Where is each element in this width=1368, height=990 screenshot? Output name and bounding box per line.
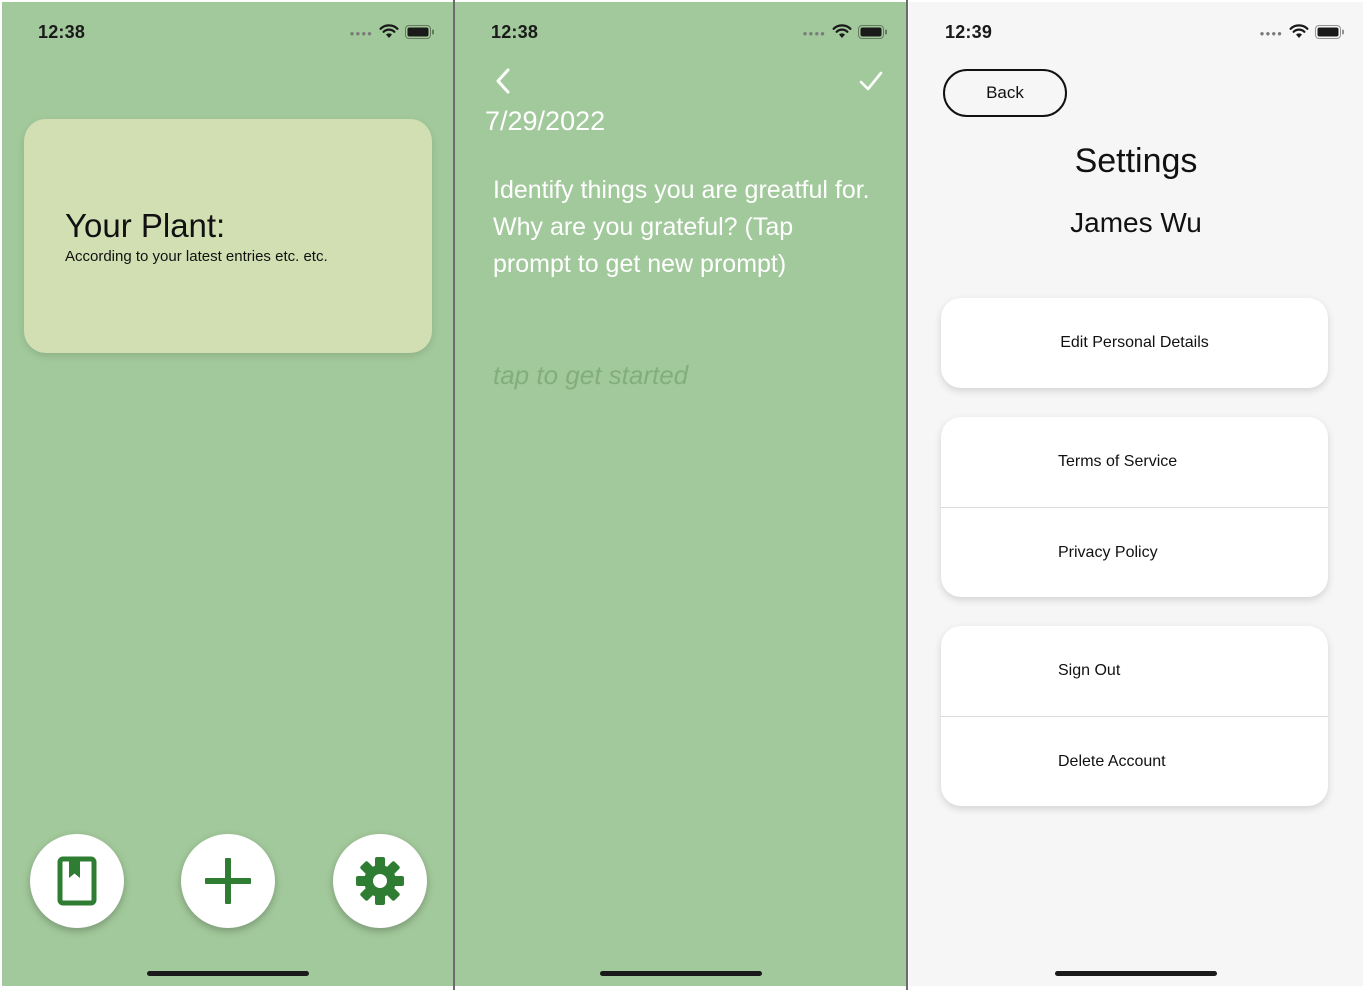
checkmark-icon[interactable] [858, 68, 884, 94]
status-time: 12:38 [491, 22, 539, 42]
settings-group-profile: Edit Personal Details [941, 298, 1328, 388]
battery-icon [405, 24, 434, 39]
terms-of-service-button[interactable]: Terms of Service [941, 417, 1328, 507]
home-indicator [599, 971, 762, 976]
home-indicator [146, 971, 309, 976]
back-button[interactable]: Back [943, 69, 1067, 117]
plus-icon [205, 858, 251, 904]
battery-icon [1315, 24, 1344, 39]
signal-icon: ●●●● [802, 29, 826, 38]
settings-group-legal: Terms of Service Privacy Policy [941, 417, 1328, 597]
settings-screen: 12:39 ●●●● Back Settings James Wu Edit P… [909, 2, 1363, 986]
plant-card-title: Your Plant: [65, 207, 226, 244]
edit-personal-details-button[interactable]: Edit Personal Details [941, 298, 1328, 388]
delete-account-button[interactable]: Delete Account [941, 716, 1328, 806]
sign-out-button[interactable]: Sign Out [941, 626, 1328, 716]
plant-card-subtitle: According to your latest entries etc. et… [65, 248, 328, 265]
add-entry-button[interactable] [181, 834, 275, 928]
home-indicator [1055, 971, 1217, 976]
journal-button[interactable] [30, 834, 124, 928]
entry-screen: 12:38 ●●●● 7/29/2022 Identify things you… [455, 2, 906, 986]
entry-text-input[interactable]: tap to get started [493, 360, 873, 391]
divider [906, 0, 908, 990]
settings-group-account: Sign Out Delete Account [941, 626, 1328, 806]
status-icons: ●●●● [1260, 24, 1345, 39]
home-screen: 12:38 ●●●● Your Plant: According to your… [2, 2, 453, 986]
wifi-icon [379, 24, 399, 38]
privacy-policy-button[interactable]: Privacy Policy [941, 507, 1328, 597]
settings-button[interactable] [333, 834, 427, 928]
plant-card[interactable]: Your Plant: According to your latest ent… [24, 119, 432, 353]
battery-icon [858, 24, 887, 39]
journal-prompt[interactable]: Identify things you are greatful for. Wh… [493, 172, 873, 283]
status-icons: ●●●● [350, 24, 435, 39]
user-name: James Wu [1070, 207, 1202, 238]
status-icons: ●●●● [803, 24, 888, 39]
page-title: Settings [1074, 142, 1198, 180]
entry-date: 7/29/2022 [485, 106, 606, 136]
signal-icon: ●●●● [349, 29, 373, 38]
signal-icon: ●●●● [1259, 29, 1283, 38]
wifi-icon [832, 24, 852, 38]
bookmark-book-icon [57, 856, 97, 906]
wifi-icon [1289, 24, 1309, 38]
gear-icon [356, 857, 404, 905]
status-time: 12:38 [38, 22, 86, 42]
status-time: 12:39 [945, 22, 993, 42]
chevron-left-icon[interactable] [491, 66, 515, 96]
